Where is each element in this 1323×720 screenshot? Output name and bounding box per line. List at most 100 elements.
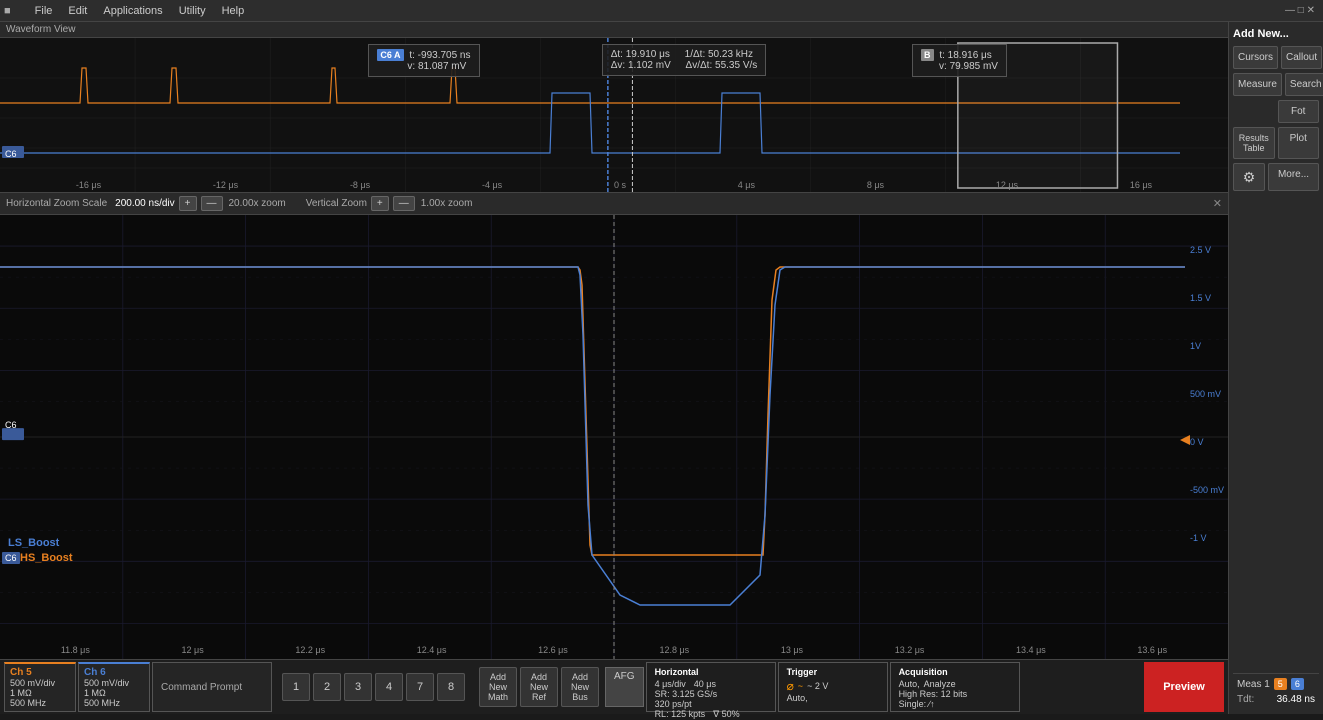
trigger-icon: ⌀	[787, 679, 794, 693]
ch5-impedance: 1 MΩ	[10, 688, 70, 698]
results-table-btn[interactable]: Results Table	[1233, 127, 1275, 159]
v-scale-markers: 2.5 V 1.5 V 1V 500 mV 0 V -500 mV -1 V	[1190, 245, 1224, 543]
command-prompt[interactable]: Command Prompt	[152, 662, 272, 712]
h-zoom-value: 20.00x zoom	[229, 198, 286, 209]
v-zoom-value: 1.00x zoom	[421, 198, 473, 209]
callout-btn[interactable]: Callout	[1281, 46, 1322, 69]
t-label-0: -16 μs	[76, 180, 101, 190]
cursors-callout-row: Cursors Callout	[1233, 46, 1319, 69]
right-panel: Add New... Cursors Callout Measure Searc…	[1228, 22, 1323, 714]
cursors-btn[interactable]: Cursors	[1233, 46, 1278, 69]
main-time-axis: 11.8 μs 12 μs 12.2 μs 12.4 μs 12.6 μs 12…	[0, 645, 1228, 655]
ch-btn-1[interactable]: 1	[282, 673, 310, 701]
h-scale-label: Horizontal Zoom Scale	[6, 198, 107, 209]
ch-btn-8[interactable]: 8	[437, 673, 465, 701]
v-scale-500m: 500 mV	[1190, 389, 1224, 399]
ch-btn-7[interactable]: 7	[406, 673, 434, 701]
afg-btn[interactable]: AFG	[605, 667, 644, 707]
main-t-1: 12 μs	[182, 645, 204, 655]
meas-title: Meas 1	[1237, 679, 1270, 690]
main-waveform[interactable]: C6 LS_Boost C6 HS_Boost 2.5 V 1.5 V 1V 5…	[0, 215, 1228, 659]
meas-tdt-value: 36.48 ns	[1277, 694, 1315, 705]
t-label-7: 12 μs	[996, 180, 1018, 190]
ch-btn-4[interactable]: 4	[375, 673, 403, 701]
ch6-bw: 500 MHz	[84, 698, 144, 708]
h-scale-value: 200.00 ns/div	[115, 198, 175, 209]
main-container: Waveform View	[0, 22, 1323, 714]
v-scale-1: 1V	[1190, 341, 1224, 351]
h-zoom-plus[interactable]: +	[179, 196, 197, 211]
main-t-7: 13.2 μs	[895, 645, 925, 655]
add-new-ref-btn[interactable]: Add New Ref	[520, 667, 558, 707]
main-t-3: 12.4 μs	[417, 645, 447, 655]
horiz-record: 40 μs	[694, 679, 716, 689]
horiz-label: Horizontal	[655, 667, 767, 677]
fot-row: Fot	[1233, 100, 1319, 123]
ch5-bw: 500 MHz	[10, 698, 70, 708]
meas-tdt-label: Tdt:	[1237, 694, 1254, 705]
acq-label: Acquisition	[899, 667, 1011, 677]
c6-badge-text: C6	[2, 552, 20, 564]
ch5-box[interactable]: Ch 5 500 mV/div 1 MΩ 500 MHz	[4, 662, 76, 712]
zoom-bar: Horizontal Zoom Scale 200.00 ns/div + — …	[0, 193, 1228, 215]
menu-applications[interactable]: Applications	[95, 3, 170, 19]
icon-row: ⚙ More...	[1233, 163, 1319, 191]
main-t-4: 12.6 μs	[538, 645, 568, 655]
preview-button[interactable]: Preview	[1144, 662, 1224, 712]
t-label-4: 0 s	[614, 180, 626, 190]
acq-analyze: Analyze	[924, 679, 956, 689]
menu-utility[interactable]: Utility	[171, 3, 214, 19]
meas-tdt-row: Tdt: 36.48 ns	[1237, 693, 1315, 706]
menu-bar: ■ File Edit Applications Utility Help — …	[0, 0, 1323, 22]
main-t-6: 13 μs	[781, 645, 803, 655]
horiz-sr: SR: 3.125 GS/s	[655, 689, 767, 699]
fot-btn[interactable]: Fot	[1278, 100, 1320, 123]
settings-icon-btn[interactable]: ⚙	[1233, 163, 1265, 191]
ch6-impedance: 1 MΩ	[84, 688, 144, 698]
menu-edit[interactable]: Edit	[60, 3, 95, 19]
trigger-voltage: ~ 2 V	[807, 681, 828, 691]
ch5-vdiv: 500 mV/div	[10, 678, 70, 688]
v-zoom-minus[interactable]: —	[393, 196, 415, 211]
t-label-5: 4 μs	[738, 180, 755, 190]
add-new-title: Add New...	[1233, 26, 1319, 42]
add-btns: Add New Math Add New Ref Add New Bus	[479, 667, 599, 707]
hs-boost-label: HS_Boost	[20, 552, 73, 564]
menu-file[interactable]: File	[27, 3, 61, 19]
main-t-2: 12.2 μs	[295, 645, 325, 655]
main-t-9: 13.6 μs	[1137, 645, 1167, 655]
plot-btn[interactable]: Plot	[1278, 127, 1320, 159]
overview-canvas[interactable]: C6 C6 A t: -993.705 ns v: 81.087 mV Δt: …	[0, 38, 1228, 193]
horiz-rl: RL: 125 kpts	[655, 709, 706, 720]
trigger-wave: ~	[798, 681, 803, 691]
t-label-1: -12 μs	[213, 180, 238, 190]
h-zoom-minus[interactable]: —	[201, 196, 223, 211]
ls-boost-label: LS_Boost	[8, 537, 59, 549]
acq-res: High Res: 12 bits	[899, 689, 1011, 699]
ch6-box[interactable]: Ch 6 500 mV/div 1 MΩ 500 MHz	[78, 662, 150, 712]
ch-btn-3[interactable]: 3	[344, 673, 372, 701]
v-scale-2-5: 2.5 V	[1190, 245, 1224, 255]
svg-text:C6: C6	[5, 420, 17, 430]
trigger-mode: Auto,	[787, 693, 879, 703]
v-zoom-plus[interactable]: +	[371, 196, 389, 211]
menu-help[interactable]: Help	[214, 3, 253, 19]
results-plot-row: Results Table Plot	[1233, 127, 1319, 159]
overview-time-axis: -16 μs -12 μs -8 μs -4 μs 0 s 4 μs 8 μs …	[0, 180, 1228, 190]
close-zoom-icon[interactable]: ✕	[1213, 197, 1222, 210]
v-scale-0: 0 V	[1190, 437, 1224, 447]
horizontal-panel: Horizontal 4 μs/div 40 μs SR: 3.125 GS/s…	[646, 662, 776, 712]
measure-btn[interactable]: Measure	[1233, 73, 1282, 96]
add-new-bus-btn[interactable]: Add New Bus	[561, 667, 599, 707]
cmd-prompt-label: Command Prompt	[161, 682, 242, 693]
more-btn[interactable]: More...	[1268, 163, 1319, 191]
waveform-view-header: Waveform View	[0, 22, 1228, 38]
horiz-pos: ∇ 50%	[713, 709, 740, 720]
osc-area: Waveform View	[0, 22, 1228, 714]
v-scale-1-5: 1.5 V	[1190, 293, 1224, 303]
main-t-8: 13.4 μs	[1016, 645, 1046, 655]
search-btn[interactable]: Search	[1285, 73, 1323, 96]
meas-badge-5: 5	[1274, 678, 1287, 690]
ch-btn-2[interactable]: 2	[313, 673, 341, 701]
add-new-math-btn[interactable]: Add New Math	[479, 667, 517, 707]
